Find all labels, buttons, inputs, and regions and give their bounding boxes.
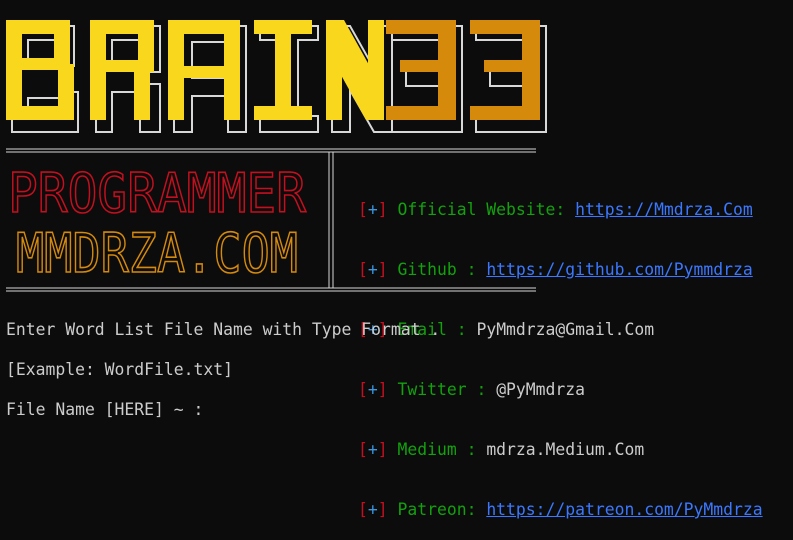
- website-link[interactable]: https://Mmdrza.Com: [575, 200, 753, 219]
- plus-icon: +: [367, 500, 378, 519]
- plus-icon: +: [367, 200, 378, 219]
- info-row-website: [+] Official Website: https://Mmdrza.Com: [358, 200, 763, 220]
- patreon-link[interactable]: https://patreon.com/PyMmdrza: [486, 500, 762, 519]
- prompt-instruction: Enter Word List File Name with Type Form…: [6, 320, 441, 339]
- bracket-close: ]: [377, 440, 388, 459]
- info-label: Github :: [397, 260, 487, 279]
- info-row-medium: [+] Medium : mdrza.Medium.Com: [358, 440, 763, 460]
- email-value: PyMmdrza@Gmail.Com: [476, 320, 655, 339]
- plus-icon: +: [367, 260, 378, 279]
- plus-icon: +: [367, 380, 378, 399]
- github-link[interactable]: https://github.com/Pymmdrza: [486, 260, 752, 279]
- plus-icon: +: [367, 440, 378, 459]
- programmer-logo: PROGRAMMER MMDRZA.COM: [7, 161, 307, 286]
- prompt-example: [Example: WordFile.txt]: [6, 360, 233, 379]
- logo-line-mmdrza: MMDRZA.COM: [16, 222, 298, 285]
- info-label: Official Website:: [397, 200, 576, 219]
- brain-title-logo: [6, 20, 547, 133]
- bracket-close: ]: [377, 200, 388, 219]
- twitter-value: @PyMmdrza: [496, 380, 585, 399]
- info-row-twitter: [+] Twitter : @PyMmdrza: [358, 380, 763, 400]
- info-label: Twitter :: [397, 380, 497, 399]
- info-row-github: [+] Github : https://github.com/Pymmdrza: [358, 260, 763, 280]
- file-name-input-prompt[interactable]: File Name [HERE] ~ :: [6, 400, 213, 420]
- info-label: Patreon:: [397, 500, 487, 519]
- medium-value: mdrza.Medium.Com: [486, 440, 645, 459]
- bracket-open: [: [358, 440, 368, 459]
- logo-line-programmer: PROGRAMMER: [8, 162, 306, 225]
- bracket-open: [: [358, 500, 368, 519]
- bracket-close: ]: [377, 500, 388, 519]
- bracket-close: ]: [377, 260, 388, 279]
- bracket-open: [: [358, 260, 368, 279]
- contact-info-list: [+] Official Website: https://Mmdrza.Com…: [358, 160, 763, 540]
- bracket-close: ]: [377, 380, 388, 399]
- info-label: Medium :: [397, 440, 487, 459]
- bracket-open: [: [358, 380, 368, 399]
- bracket-open: [: [358, 200, 368, 219]
- info-row-patreon: [+] Patreon: https://patreon.com/PyMmdrz…: [358, 500, 763, 520]
